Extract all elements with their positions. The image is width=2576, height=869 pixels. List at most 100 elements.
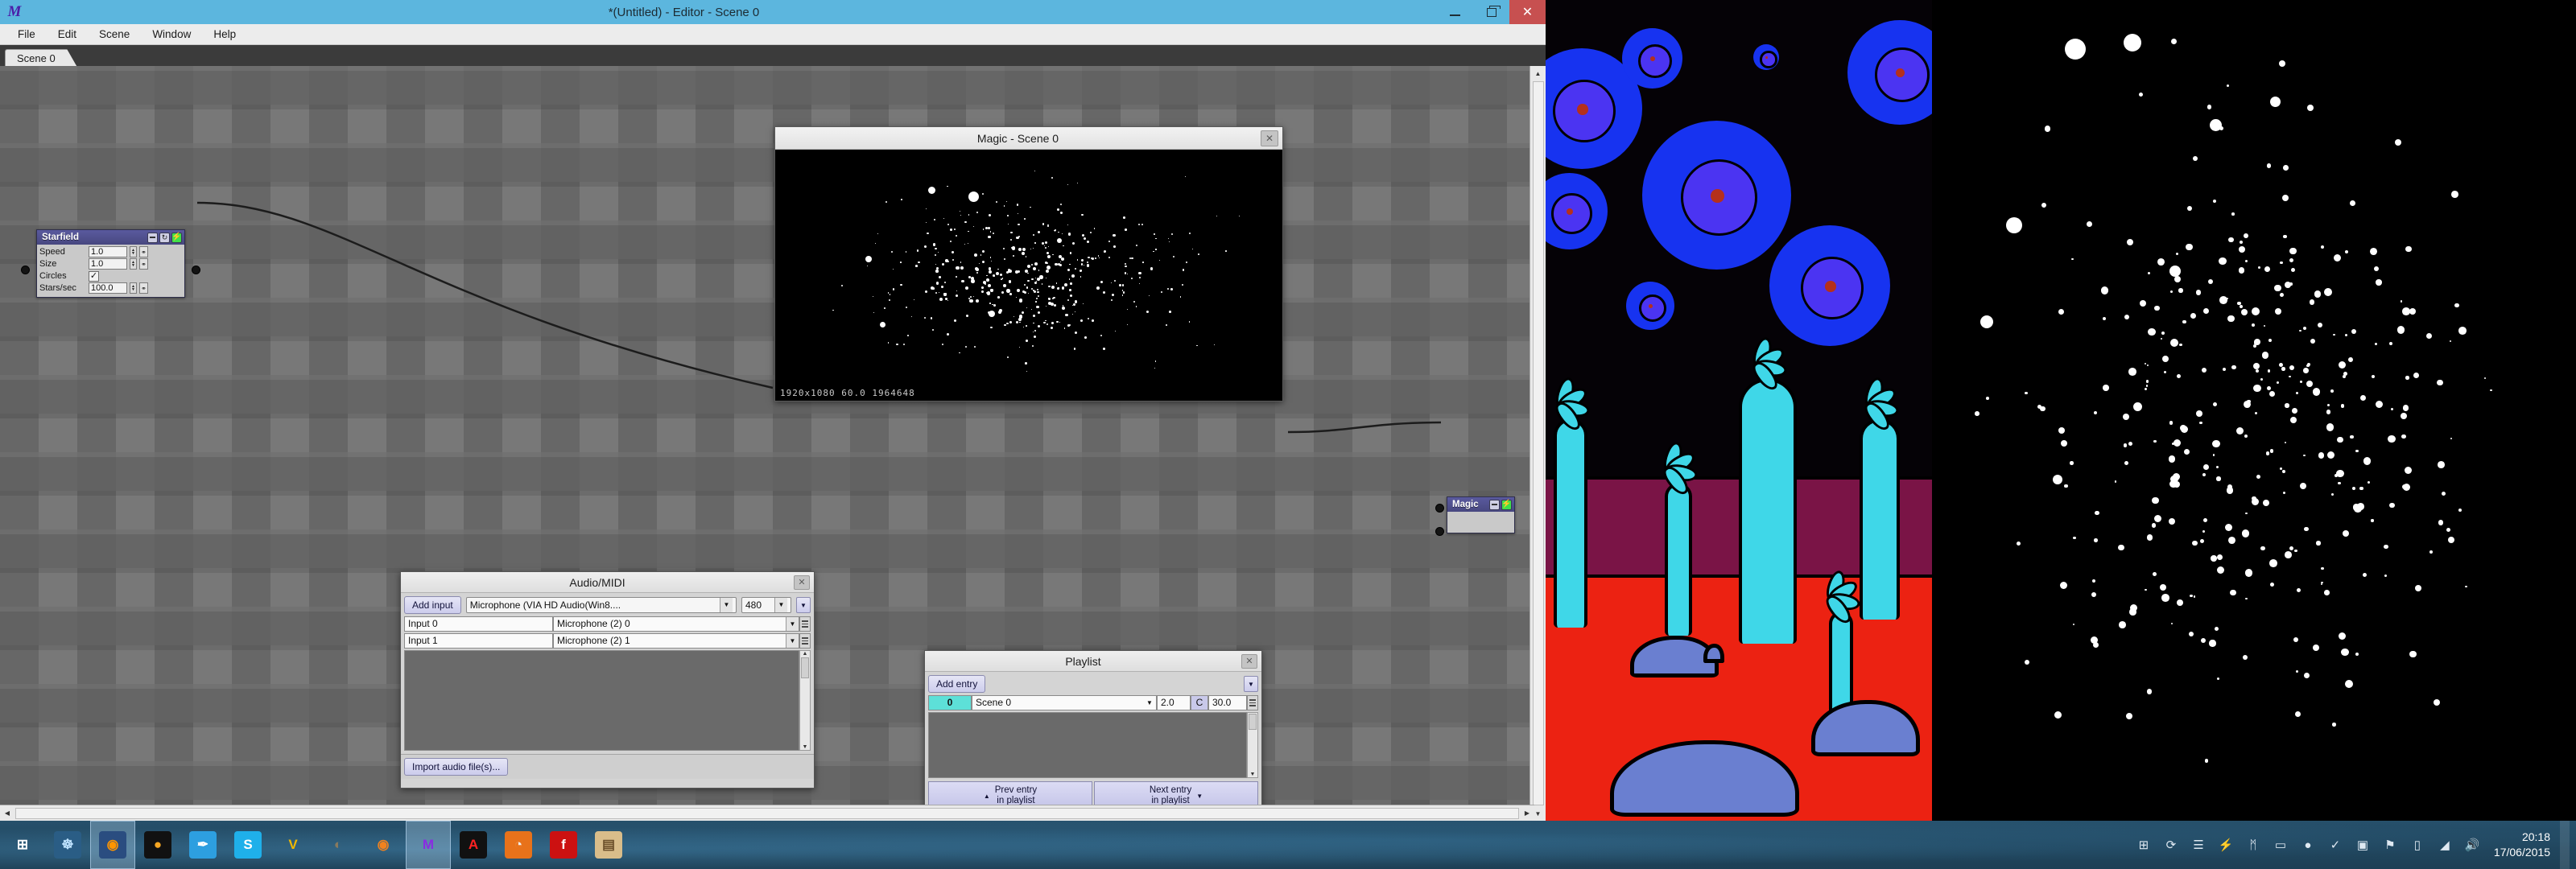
param-stars-sec-link-icon[interactable]: ⚭ bbox=[139, 282, 148, 294]
flag-icon[interactable]: ⚑ bbox=[2376, 821, 2404, 869]
signal-icon[interactable]: ◢ bbox=[2431, 821, 2458, 869]
display-icon[interactable]: ▭ bbox=[2267, 821, 2294, 869]
chevron-down-icon[interactable]: ▼ bbox=[1143, 696, 1156, 710]
menu-file[interactable]: File bbox=[6, 26, 47, 43]
audio-midi-close-button[interactable]: ✕ bbox=[794, 575, 810, 590]
menu-edit[interactable]: Edit bbox=[47, 26, 88, 43]
audio-input-row-1[interactable]: Input 1 Microphone (2) 1 ▼ bbox=[404, 633, 811, 649]
playlist-menu-button[interactable]: ▼ bbox=[1244, 676, 1258, 692]
param-stars-sec-value[interactable]: 100.0 bbox=[89, 282, 127, 294]
param-stars-sec-stepper[interactable]: ▲ ▼ bbox=[130, 282, 137, 294]
chevron-down-icon[interactable]: ▼ bbox=[720, 598, 733, 612]
scroll-up-icon[interactable]: ▲ bbox=[803, 651, 808, 657]
restore-button[interactable] bbox=[1473, 0, 1509, 24]
scroll-thumb[interactable] bbox=[15, 807, 1519, 819]
playlist-panel[interactable]: Playlist ✕ Add entry ▼ 0 Scene 0 ▼ 2.0 C… bbox=[924, 650, 1262, 805]
audio-input-channel-1[interactable]: Microphone (2) 1 ▼ bbox=[553, 633, 799, 649]
playlist-title-bar[interactable]: Playlist ✕ bbox=[925, 651, 1261, 672]
usb-icon[interactable]: ⚡ bbox=[2212, 821, 2240, 869]
scroll-thumb[interactable] bbox=[1532, 81, 1544, 805]
param-circles-checkbox[interactable]: ✓ bbox=[89, 270, 99, 282]
canvas-vertical-scrollbar[interactable]: ▲ ▼ bbox=[1530, 66, 1546, 821]
audio-input-drag-handle-0[interactable] bbox=[799, 616, 811, 632]
battery-icon[interactable]: ▯ bbox=[2404, 821, 2431, 869]
param-speed-link-icon[interactable]: ⚭ bbox=[139, 246, 148, 257]
menu-help[interactable]: Help bbox=[202, 26, 247, 43]
taskbar-blender[interactable]: ◉ bbox=[361, 821, 406, 869]
preview-render-area[interactable]: 1920x1080 60.0 1964648 bbox=[775, 150, 1282, 401]
globe-icon[interactable]: ● bbox=[2294, 821, 2322, 869]
param-speed-value[interactable]: 1.0 bbox=[89, 246, 127, 257]
scroll-right-icon[interactable]: ▶ bbox=[1520, 806, 1534, 821]
add-entry-button[interactable]: Add entry bbox=[928, 675, 986, 693]
node-magic-input-port-0[interactable] bbox=[1435, 504, 1444, 513]
minimize-button[interactable] bbox=[1437, 0, 1473, 24]
volume-icon[interactable]: 🔊 bbox=[2458, 821, 2486, 869]
node-starfield-output-port[interactable] bbox=[192, 266, 200, 274]
taskbar-skype[interactable]: S bbox=[225, 821, 270, 869]
param-size-link-icon[interactable]: ⚭ bbox=[139, 258, 148, 270]
preview-title-bar[interactable]: Magic - Scene 0 ✕ bbox=[775, 127, 1282, 150]
scroll-down-icon[interactable]: ▼ bbox=[803, 744, 808, 750]
node-magic-header[interactable]: Magic ⚡ bbox=[1447, 497, 1514, 512]
scroll-down-icon[interactable]: ▼ bbox=[1250, 772, 1256, 777]
tab-scene-0[interactable]: Scene 0 bbox=[5, 49, 77, 67]
taskbar-clock[interactable]: 20:18 17/06/2015 bbox=[2486, 830, 2560, 860]
taskbar-fl-studio[interactable]: ● bbox=[135, 821, 180, 869]
next-entry-button[interactable]: Next entry in playlist ▼ bbox=[1094, 781, 1258, 805]
taskbar-control-panel[interactable]: ☸ bbox=[45, 821, 90, 869]
sync-icon[interactable]: ⟳ bbox=[2157, 821, 2185, 869]
node-starfield-input-port[interactable] bbox=[21, 266, 30, 274]
audio-midi-panel[interactable]: Audio/MIDI ✕ Add input Microphone (VIA H… bbox=[400, 571, 815, 789]
node-cycle-icon[interactable]: ↻ bbox=[159, 232, 170, 243]
playlist-scrollbar[interactable]: ▼ bbox=[1247, 712, 1258, 778]
playlist-entry-fade-0[interactable]: 2.0 bbox=[1157, 695, 1191, 710]
taskbar-gimp[interactable]: ◐ bbox=[316, 821, 361, 869]
chevron-down-icon[interactable]: ▼ bbox=[774, 598, 787, 612]
prev-entry-button[interactable]: ▲ Prev entry in playlist bbox=[928, 781, 1092, 805]
taskbar-vegas[interactable]: V bbox=[270, 821, 316, 869]
taskbar-start-button[interactable]: ⊞ bbox=[0, 821, 45, 869]
menu-scene[interactable]: Scene bbox=[88, 26, 141, 43]
scroll-thumb[interactable] bbox=[801, 657, 809, 678]
monitor-icon[interactable]: ▣ bbox=[2349, 821, 2376, 869]
playlist-entry-mode-0[interactable]: C bbox=[1191, 695, 1208, 710]
import-audio-files-button[interactable]: Import audio file(s)... bbox=[404, 758, 509, 776]
chevron-down-icon[interactable]: ▼ bbox=[786, 617, 799, 631]
audio-device-select[interactable]: Microphone (VIA HD Audio(Win8.... ▼ bbox=[465, 597, 737, 613]
canvas-horizontal-scrollbar[interactable]: ◀ ▶ bbox=[0, 805, 1534, 821]
audio-list-scrollbar[interactable]: ▲ ▼ bbox=[799, 650, 811, 751]
param-speed-stepper[interactable]: ▲ ▼ bbox=[130, 246, 137, 257]
audio-input-channel-0[interactable]: Microphone (2) 0 ▼ bbox=[553, 616, 799, 632]
playlist-entry-duration-0[interactable]: 30.0 bbox=[1208, 695, 1247, 710]
audio-midi-title-bar[interactable]: Audio/MIDI ✕ bbox=[401, 572, 814, 593]
param-size-stepper[interactable]: ▲ ▼ bbox=[130, 258, 137, 270]
playlist-entry-scene-0[interactable]: Scene 0 ▼ bbox=[972, 695, 1157, 710]
shield-icon[interactable]: ✓ bbox=[2322, 821, 2349, 869]
playlist-entry-row-0[interactable]: 0 Scene 0 ▼ 2.0 C 30.0 bbox=[928, 695, 1258, 710]
scroll-thumb[interactable] bbox=[1249, 714, 1257, 730]
node-minimize-icon[interactable] bbox=[147, 232, 158, 243]
playlist-empty-area[interactable] bbox=[928, 712, 1247, 778]
audio-buffer-select[interactable]: 480 ▼ bbox=[741, 597, 791, 613]
show-desktop-button[interactable] bbox=[2560, 821, 2570, 869]
preview-close-button[interactable]: ✕ bbox=[1261, 130, 1278, 146]
node-enable-icon[interactable]: ⚡ bbox=[171, 232, 182, 243]
audio-input-list-empty-area[interactable] bbox=[404, 650, 799, 751]
menu-window[interactable]: Window bbox=[141, 26, 202, 43]
add-input-button[interactable]: Add input bbox=[404, 596, 461, 614]
taskbar-firefox[interactable]: ◉ bbox=[90, 821, 135, 869]
audio-input-drag-handle-1[interactable] bbox=[799, 633, 811, 649]
taskbar-akai-lpd8[interactable]: A bbox=[451, 821, 496, 869]
database-icon[interactable]: ☰ bbox=[2185, 821, 2212, 869]
windows-tray[interactable]: ⊞ bbox=[2130, 821, 2157, 869]
audio-input-name-0[interactable]: Input 0 bbox=[404, 616, 553, 632]
node-magic[interactable]: Magic ⚡ bbox=[1447, 496, 1515, 533]
taskbar-magic-music-visuals[interactable]: M bbox=[406, 821, 451, 869]
taskbar-flash-player[interactable]: f bbox=[541, 821, 586, 869]
preview-window[interactable]: Magic - Scene 0 ✕ 1920x1080 60.0 1964648 bbox=[774, 126, 1283, 402]
playlist-entry-index-0[interactable]: 0 bbox=[928, 695, 972, 710]
node-starfield[interactable]: Starfield ↻ ⚡ Speed 1.0 ▲ ▼ ⚭ Size 1.0 ▲… bbox=[36, 229, 185, 298]
audio-menu-button[interactable]: ▼ bbox=[796, 597, 811, 613]
node-graph-canvas[interactable]: Starfield ↻ ⚡ Speed 1.0 ▲ ▼ ⚭ Size 1.0 ▲… bbox=[0, 66, 1546, 805]
